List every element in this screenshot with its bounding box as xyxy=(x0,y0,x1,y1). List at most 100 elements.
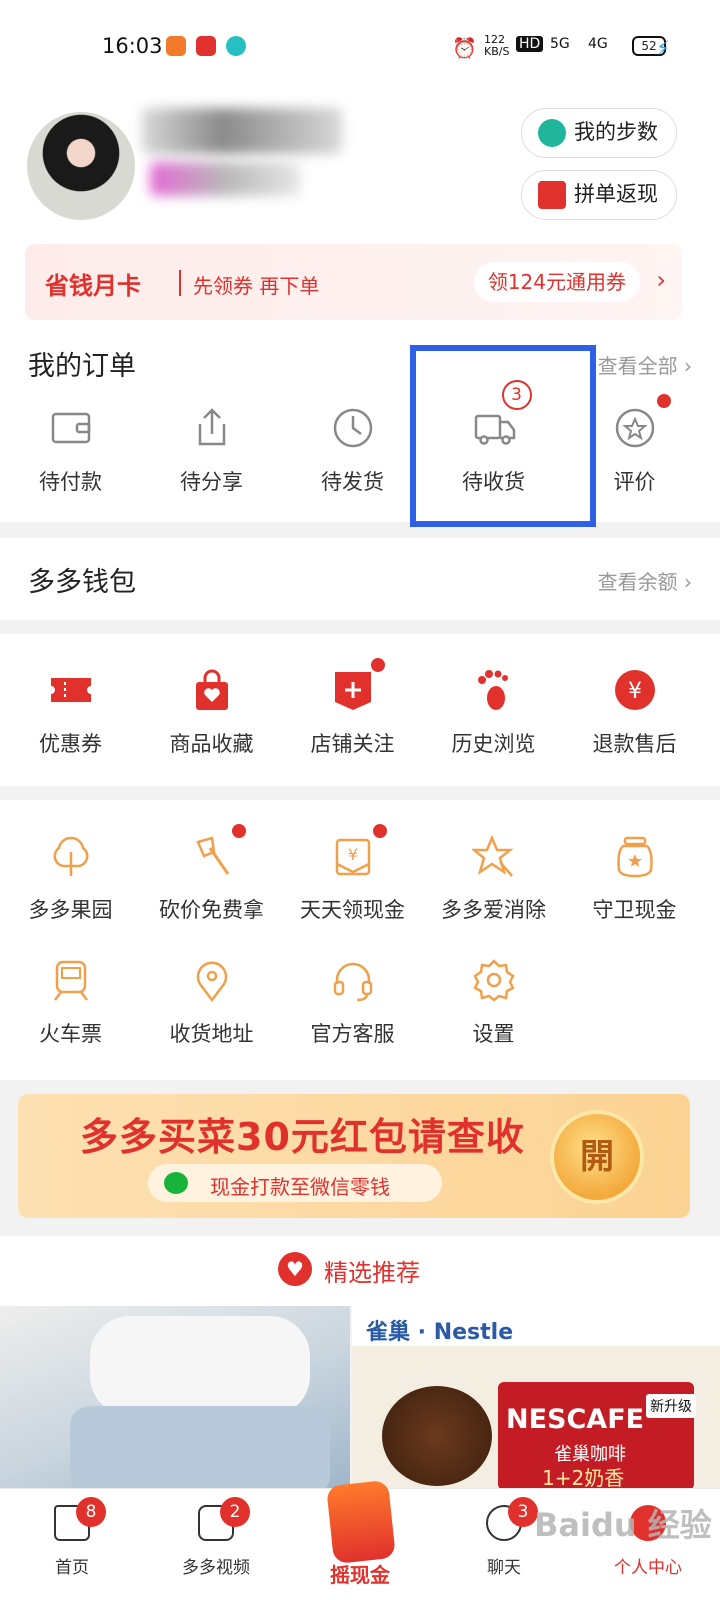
view-balance-link[interactable]: 查看余额 › xyxy=(598,566,692,595)
service-elimination-game[interactable]: 多多爱消除 xyxy=(423,834,564,924)
service-customer-support[interactable]: 官方客服 xyxy=(282,958,423,1048)
coupon-pill[interactable]: 领124元通用券 xyxy=(473,262,640,302)
group-cashback-label: 拼单返现 xyxy=(574,182,658,206)
asset-label: 店铺关注 xyxy=(310,732,395,756)
app-notification-icon xyxy=(196,36,216,56)
svg-text:¥: ¥ xyxy=(628,679,642,704)
charging-icon: ⚡ xyxy=(656,36,671,60)
service-bargain[interactable]: 砍价免费拿 xyxy=(141,824,282,924)
location-icon xyxy=(190,958,234,1003)
tab-label: 个人中心 xyxy=(614,1558,682,1578)
monthly-card-subtitle: 先领券 再下单 xyxy=(193,274,320,298)
shake-cash-icon xyxy=(326,1479,396,1565)
service-address[interactable]: 收货地址 xyxy=(141,958,282,1048)
open-red-packet-button[interactable]: 開 xyxy=(554,1114,640,1200)
divider xyxy=(179,270,181,296)
service-label: 官方客服 xyxy=(310,1022,395,1046)
assets-section: 优惠券 商品收藏 店铺关注 历史浏览 ¥ 退款售后 xyxy=(0,634,720,786)
hd-icon: HD xyxy=(516,36,544,52)
tab-home[interactable]: 8 首页 xyxy=(0,1489,144,1600)
cash-envelope-icon: ¥ xyxy=(331,824,387,878)
baidu-watermark: Baidu 经验 xyxy=(534,1506,712,1544)
service-guard-cash[interactable]: 守卫现金 xyxy=(564,834,705,924)
running-icon xyxy=(538,119,566,147)
gear-icon xyxy=(472,958,516,1002)
order-pending-shipment[interactable]: 待发货 xyxy=(282,406,423,496)
grocery-red-packet-banner[interactable]: 多多买菜30元红包请查收 现金打款至微信零钱 開 xyxy=(18,1094,690,1218)
store-follow-entry[interactable]: 店铺关注 xyxy=(282,658,423,758)
promo-subtitle: 现金打款至微信零钱 xyxy=(210,1175,390,1199)
axe-icon xyxy=(190,824,246,878)
tab-badge: 2 xyxy=(220,1497,250,1527)
headset-icon xyxy=(331,958,375,1002)
service-train-tickets[interactable]: 火车票 xyxy=(0,958,141,1048)
chevron-right-icon: › xyxy=(656,266,666,294)
product-image xyxy=(382,1386,492,1486)
tab-label: 聊天 xyxy=(487,1558,521,1578)
red-envelope-icon xyxy=(538,181,566,209)
tab-label: 首页 xyxy=(55,1558,89,1578)
product-card[interactable]: 雀巢 · Nestle NESCAFE 雀巢咖啡 1+2奶香 新升级 xyxy=(352,1306,720,1490)
monthly-card-banner[interactable]: 省钱月卡 先领券 再下单 领124元通用券 › xyxy=(25,244,682,320)
service-label: 守卫现金 xyxy=(592,898,677,922)
net-speed: 122 KB/S xyxy=(484,33,510,58)
group-cashback-button[interactable]: 拼单返现 xyxy=(521,170,677,220)
product-brand: NESCAFE xyxy=(506,1404,645,1435)
new-tag: 新升级 xyxy=(646,1394,696,1418)
tab-video[interactable]: 2 多多视频 xyxy=(144,1489,288,1600)
product-card[interactable] xyxy=(0,1306,350,1490)
orders-section: 我的订单 查看全部 › 待付款 待分享 待发货 3 待收货 评价 xyxy=(0,320,720,522)
user-id-blurred xyxy=(150,162,300,196)
coupon-entry[interactable]: 优惠券 xyxy=(0,668,141,758)
service-label: 砍价免费拿 xyxy=(159,898,264,922)
clock-icon xyxy=(331,406,375,450)
asset-label: 商品收藏 xyxy=(169,732,254,756)
username-blurred xyxy=(142,108,342,154)
heart-icon: ♥ xyxy=(278,1252,312,1286)
wallet-icon xyxy=(49,406,93,450)
order-label: 待分享 xyxy=(180,470,243,494)
service-orchard[interactable]: 多多果园 xyxy=(0,834,141,924)
order-pending-share[interactable]: 待分享 xyxy=(141,406,282,496)
refund-entry[interactable]: ¥ 退款售后 xyxy=(564,668,705,758)
status-time: 16:03 xyxy=(102,34,163,58)
tab-shake-cash[interactable]: 摇现金 xyxy=(288,1479,432,1600)
services-section: 多多果园 砍价免费拿 ¥ 天天领现金 多多爱消除 守卫现金 火车票 收货地址 官… xyxy=(0,800,720,1080)
service-label: 多多果园 xyxy=(28,898,113,922)
recommend-header: ♥ 精选推荐 xyxy=(0,1236,720,1306)
app-notification-icon xyxy=(166,36,186,56)
promo-subtitle-pill: 现金打款至微信零钱 xyxy=(148,1164,442,1202)
favorites-entry[interactable]: 商品收藏 xyxy=(141,668,282,758)
service-label: 收货地址 xyxy=(169,1022,254,1046)
notification-dot xyxy=(372,824,387,838)
asset-label: 退款售后 xyxy=(592,732,677,756)
view-all-orders-link[interactable]: 查看全部 › xyxy=(598,350,692,379)
asset-label: 历史浏览 xyxy=(451,732,536,756)
service-settings[interactable]: 设置 xyxy=(423,958,564,1048)
avatar[interactable] xyxy=(27,112,135,220)
share-icon xyxy=(190,406,234,450)
wallet-title: 多多钱包 xyxy=(28,567,136,598)
promo-title: 多多买菜30元红包请查收 xyxy=(80,1115,525,1159)
recommend-label: 精选推荐 xyxy=(324,1259,420,1287)
status-bar: 16:03 ⏰ 122 KB/S HD 5G 4G 52 ⚡ xyxy=(0,0,720,96)
coupon-icon xyxy=(49,668,93,712)
order-label: 待付款 xyxy=(39,470,102,494)
service-label: 天天领现金 xyxy=(300,898,405,922)
video-app-icon xyxy=(226,36,246,56)
product-flavor: 1+2奶香 xyxy=(542,1466,625,1490)
history-entry[interactable]: 历史浏览 xyxy=(423,668,564,758)
refund-icon: ¥ xyxy=(613,668,657,712)
order-label: 待发货 xyxy=(321,470,384,494)
wallet-section[interactable]: 多多钱包 查看余额 › xyxy=(0,538,720,620)
train-icon xyxy=(49,958,93,1002)
star-icon xyxy=(469,834,516,878)
order-pending-payment[interactable]: 待付款 xyxy=(0,406,141,496)
my-steps-label: 我的步数 xyxy=(574,120,658,144)
store-follow-icon xyxy=(331,658,385,712)
service-daily-cash[interactable]: ¥ 天天领现金 xyxy=(282,824,423,924)
orders-title: 我的订单 xyxy=(28,351,136,382)
asset-label: 优惠券 xyxy=(39,732,102,756)
jar-icon xyxy=(613,834,657,878)
my-steps-button[interactable]: 我的步数 xyxy=(521,108,677,158)
